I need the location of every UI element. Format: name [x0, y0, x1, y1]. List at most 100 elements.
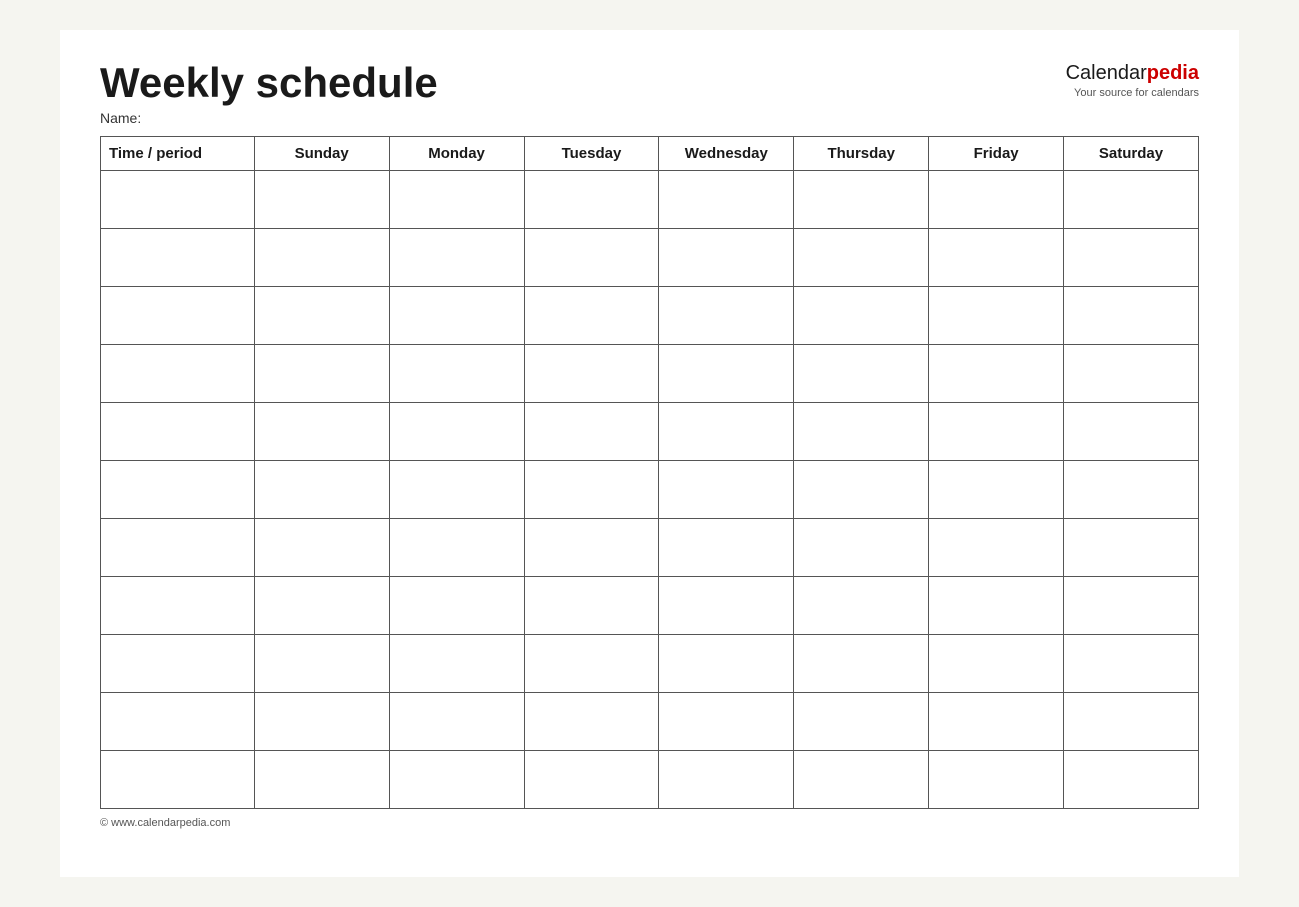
table-cell[interactable]: [524, 751, 659, 809]
table-cell[interactable]: [524, 461, 659, 519]
table-cell[interactable]: [254, 577, 389, 635]
table-cell[interactable]: [794, 751, 929, 809]
col-header-wednesday: Wednesday: [659, 137, 794, 171]
table-cell[interactable]: [659, 229, 794, 287]
table-cell[interactable]: [524, 345, 659, 403]
table-cell[interactable]: [254, 229, 389, 287]
table-cell[interactable]: [101, 287, 255, 345]
table-cell[interactable]: [101, 635, 255, 693]
page-container: Weekly schedule Name: Calendarpedia Your…: [60, 30, 1239, 877]
table-cell[interactable]: [794, 693, 929, 751]
table-cell[interactable]: [1064, 345, 1199, 403]
table-cell[interactable]: [1064, 693, 1199, 751]
table-cell[interactable]: [389, 403, 524, 461]
table-cell[interactable]: [659, 287, 794, 345]
table-cell[interactable]: [254, 635, 389, 693]
table-cell[interactable]: [389, 171, 524, 229]
table-cell[interactable]: [1064, 519, 1199, 577]
table-cell[interactable]: [389, 751, 524, 809]
table-cell[interactable]: [794, 229, 929, 287]
table-cell[interactable]: [101, 693, 255, 751]
table-cell[interactable]: [1064, 635, 1199, 693]
table-cell[interactable]: [101, 461, 255, 519]
table-cell[interactable]: [659, 693, 794, 751]
table-cell[interactable]: [929, 635, 1064, 693]
table-cell[interactable]: [659, 461, 794, 519]
table-cell[interactable]: [254, 345, 389, 403]
table-cell[interactable]: [929, 577, 1064, 635]
table-cell[interactable]: [389, 693, 524, 751]
table-cell[interactable]: [101, 229, 255, 287]
title-section: Weekly schedule Name:: [100, 60, 438, 126]
table-cell[interactable]: [101, 519, 255, 577]
table-cell[interactable]: [794, 287, 929, 345]
table-cell[interactable]: [254, 693, 389, 751]
table-cell[interactable]: [254, 519, 389, 577]
table-cell[interactable]: [794, 403, 929, 461]
table-cell[interactable]: [929, 171, 1064, 229]
table-cell[interactable]: [929, 229, 1064, 287]
table-cell[interactable]: [254, 171, 389, 229]
table-row: [101, 577, 1199, 635]
table-cell[interactable]: [929, 461, 1064, 519]
table-row: [101, 229, 1199, 287]
page-title: Weekly schedule: [100, 60, 438, 106]
table-cell[interactable]: [794, 461, 929, 519]
logo-pedia-part: pedia: [1147, 62, 1199, 84]
col-header-friday: Friday: [929, 137, 1064, 171]
table-cell[interactable]: [659, 577, 794, 635]
table-row: [101, 693, 1199, 751]
table-cell[interactable]: [794, 519, 929, 577]
table-cell[interactable]: [389, 635, 524, 693]
table-cell[interactable]: [1064, 461, 1199, 519]
table-cell[interactable]: [1064, 171, 1199, 229]
table-cell[interactable]: [524, 171, 659, 229]
table-cell[interactable]: [101, 345, 255, 403]
table-cell[interactable]: [101, 403, 255, 461]
table-cell[interactable]: [1064, 229, 1199, 287]
table-cell[interactable]: [794, 635, 929, 693]
table-cell[interactable]: [389, 519, 524, 577]
table-cell[interactable]: [929, 751, 1064, 809]
table-cell[interactable]: [659, 635, 794, 693]
table-cell[interactable]: [659, 519, 794, 577]
table-cell[interactable]: [254, 287, 389, 345]
table-cell[interactable]: [929, 403, 1064, 461]
table-cell[interactable]: [794, 345, 929, 403]
table-row: [101, 171, 1199, 229]
table-cell[interactable]: [524, 229, 659, 287]
table-cell[interactable]: [1064, 577, 1199, 635]
table-cell[interactable]: [794, 577, 929, 635]
table-cell[interactable]: [1064, 287, 1199, 345]
table-cell[interactable]: [524, 693, 659, 751]
table-cell[interactable]: [794, 171, 929, 229]
table-cell[interactable]: [659, 403, 794, 461]
table-cell[interactable]: [389, 287, 524, 345]
table-cell[interactable]: [659, 751, 794, 809]
table-cell[interactable]: [101, 577, 255, 635]
table-cell[interactable]: [101, 171, 255, 229]
table-row: [101, 403, 1199, 461]
table-cell[interactable]: [524, 519, 659, 577]
table-cell[interactable]: [254, 751, 389, 809]
table-cell[interactable]: [1064, 403, 1199, 461]
table-cell[interactable]: [101, 751, 255, 809]
table-cell[interactable]: [254, 403, 389, 461]
table-cell[interactable]: [929, 345, 1064, 403]
table-cell[interactable]: [524, 635, 659, 693]
table-cell[interactable]: [524, 403, 659, 461]
table-cell[interactable]: [929, 693, 1064, 751]
table-cell[interactable]: [659, 171, 794, 229]
table-cell[interactable]: [389, 229, 524, 287]
table-cell[interactable]: [254, 461, 389, 519]
table-cell[interactable]: [524, 577, 659, 635]
table-cell[interactable]: [1064, 751, 1199, 809]
table-cell[interactable]: [659, 345, 794, 403]
table-cell[interactable]: [389, 461, 524, 519]
table-cell[interactable]: [389, 345, 524, 403]
table-cell[interactable]: [389, 577, 524, 635]
table-cell[interactable]: [929, 287, 1064, 345]
table-cell[interactable]: [929, 519, 1064, 577]
col-header-saturday: Saturday: [1064, 137, 1199, 171]
table-cell[interactable]: [524, 287, 659, 345]
